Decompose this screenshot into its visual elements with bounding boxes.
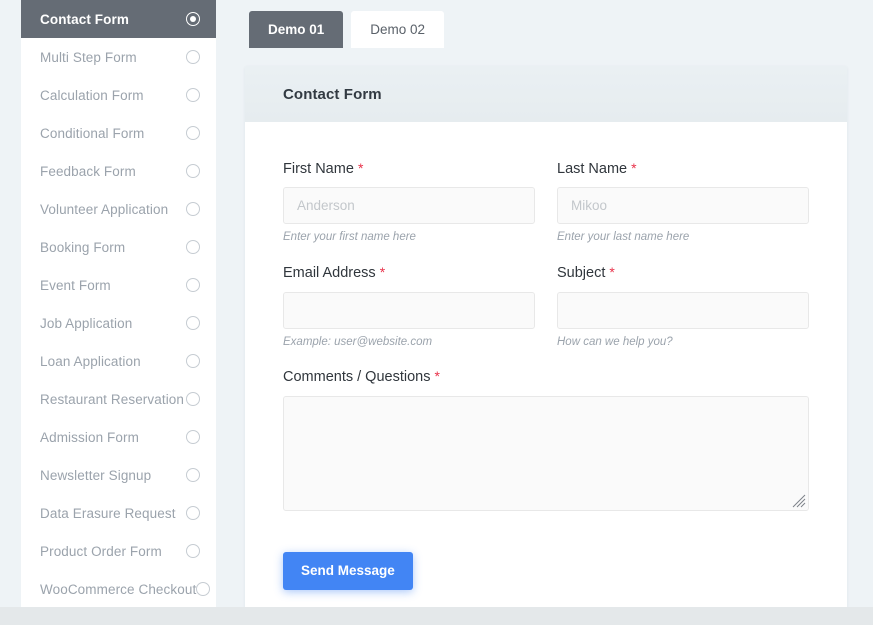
sidebar-item-label: Booking Form — [40, 239, 126, 255]
email-subject-field-row: Email Address * Example: user@website.co… — [283, 264, 809, 368]
first-name-label: First Name * — [283, 160, 535, 178]
required-asterisk: * — [357, 160, 364, 176]
radio-icon[interactable] — [186, 278, 200, 292]
sidebar-item-data-erasure-request[interactable]: Data Erasure Request — [21, 494, 216, 532]
sidebar-item-label: Volunteer Application — [40, 201, 169, 217]
sidebar-item-label: Admission Form — [40, 429, 139, 445]
comments-field-group: Comments / Questions * — [283, 368, 809, 511]
comments-field-row: Comments / Questions * — [283, 368, 809, 529]
radio-icon[interactable] — [186, 164, 200, 178]
radio-icon[interactable] — [186, 544, 200, 558]
tab-demo-01[interactable]: Demo 01 — [249, 11, 344, 48]
required-asterisk: * — [609, 264, 615, 281]
subject-hint: How can we help you? — [557, 335, 673, 348]
subject-field-group: Subject * How can we help you? — [557, 264, 809, 349]
sidebar-item-label: Restaurant Reservation — [40, 391, 185, 407]
required-asterisk: * — [631, 160, 637, 176]
email-hint: Example: user@website.com — [283, 335, 433, 348]
radio-icon[interactable] — [186, 392, 200, 406]
sidebar-item-label: Event Form — [40, 277, 111, 293]
comments-label-text: Comments / Questions — [283, 369, 431, 386]
main-content-area: Demo 01 Demo 02 Contact Form First Name … — [245, 0, 873, 625]
name-field-row: First Name * Enter your first name here … — [283, 160, 809, 264]
sidebar-item-admission-form[interactable]: Admission Form — [21, 418, 216, 456]
last-name-label: Last Name * — [557, 160, 809, 178]
sidebar-item-label: Job Application — [40, 315, 133, 331]
sidebar-item-label: Product Order Form — [40, 543, 162, 559]
first-name-label-text: First Name — [283, 161, 354, 177]
sidebar-item-label: WooCommerce Checkout — [40, 581, 197, 597]
sidebar-item-label: Data Erasure Request — [40, 505, 176, 521]
sidebar-item-label: Loan Application — [40, 353, 141, 369]
radio-icon[interactable] — [196, 582, 211, 596]
comments-textarea-wrapper — [283, 395, 809, 511]
radio-icon[interactable] — [186, 316, 200, 330]
sidebar-item-woocommerce-checkout[interactable]: WooCommerce Checkout — [21, 570, 216, 608]
sidebar-item-label: Feedback Form — [40, 163, 136, 179]
subject-label-text: Subject — [557, 265, 606, 282]
sidebar-item-calculation-form[interactable]: Calculation Form — [21, 76, 216, 114]
subject-input[interactable] — [557, 291, 809, 329]
radio-icon[interactable] — [186, 240, 200, 254]
sidebar-item-label: Calculation Form — [40, 87, 144, 103]
last-name-field-group: Last Name * Enter your last name here — [557, 160, 809, 245]
tab-demo-02[interactable]: Demo 02 — [351, 11, 445, 48]
card-header: Contact Form — [245, 66, 847, 122]
email-field-group: Email Address * Example: user@website.co… — [283, 264, 535, 349]
sidebar-item-job-application[interactable]: Job Application — [21, 304, 216, 342]
radio-icon[interactable] — [186, 354, 200, 368]
radio-icon[interactable] — [186, 50, 200, 64]
radio-icon[interactable] — [186, 202, 200, 216]
sidebar-item-newsletter-signup[interactable]: Newsletter Signup — [21, 456, 216, 494]
sidebar-item-label: Multi Step Form — [40, 49, 137, 65]
required-asterisk: * — [434, 368, 440, 385]
card-body: First Name * Enter your first name here … — [245, 122, 847, 625]
sidebar-item-multi-step-form[interactable]: Multi Step Form — [21, 38, 216, 76]
radio-icon[interactable] — [186, 506, 200, 520]
sidebar-item-label: Conditional Form — [40, 125, 145, 141]
radio-icon[interactable] — [186, 468, 200, 482]
sidebar-item-volunteer-application[interactable]: Volunteer Application — [21, 190, 216, 228]
tab-label: Demo 02 — [370, 22, 426, 37]
page-title: Contact Form — [283, 85, 382, 103]
page-bottom-strip — [0, 607, 873, 625]
first-name-input[interactable] — [283, 187, 535, 225]
radio-icon[interactable] — [186, 88, 200, 102]
sidebar-item-event-form[interactable]: Event Form — [21, 266, 216, 304]
contact-form-card: Contact Form First Name * Enter your fir… — [245, 66, 847, 625]
sidebar-item-conditional-form[interactable]: Conditional Form — [21, 114, 216, 152]
last-name-hint: Enter your last name here — [557, 231, 690, 244]
sidebar-item-product-order-form[interactable]: Product Order Form — [21, 532, 216, 570]
tab-label: Demo 01 — [268, 22, 325, 37]
first-name-hint: Enter your first name here — [283, 231, 416, 244]
sidebar-item-booking-form[interactable]: Booking Form — [21, 228, 216, 266]
required-asterisk: * — [379, 264, 386, 281]
radio-icon[interactable] — [186, 430, 200, 444]
subject-label: Subject * — [557, 264, 809, 282]
sidebar-item-label: Newsletter Signup — [40, 467, 152, 483]
sidebar-item-restaurant-reservation[interactable]: Restaurant Reservation — [21, 380, 216, 418]
email-label-text: Email Address — [283, 265, 376, 282]
submit-row: Send Message — [283, 551, 809, 590]
send-message-button[interactable]: Send Message — [283, 551, 413, 590]
comments-label: Comments / Questions * — [283, 368, 809, 386]
sidebar-item-feedback-form[interactable]: Feedback Form — [21, 152, 216, 190]
last-name-label-text: Last Name — [557, 161, 628, 177]
email-label: Email Address * — [283, 264, 535, 282]
last-name-input[interactable] — [557, 187, 809, 225]
demo-tab-bar: Demo 01 Demo 02 — [249, 11, 445, 48]
radio-icon[interactable] — [186, 126, 200, 140]
email-input[interactable] — [283, 291, 535, 329]
first-name-field-group: First Name * Enter your first name here — [283, 160, 535, 245]
radio-selected-icon[interactable] — [186, 12, 200, 26]
comments-textarea[interactable] — [283, 395, 809, 511]
sidebar-item-contact-form[interactable]: Contact Form — [21, 0, 216, 38]
sidebar-item-loan-application[interactable]: Loan Application — [21, 342, 216, 380]
sidebar-item-label: Contact Form — [40, 11, 129, 27]
form-templates-sidebar: Contact Form Multi Step Form Calculation… — [21, 0, 216, 625]
